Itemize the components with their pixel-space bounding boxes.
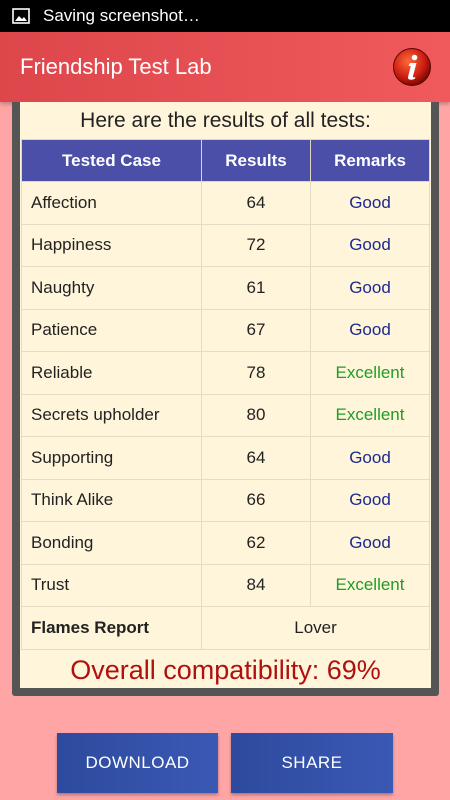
remark-cell: Good xyxy=(310,436,430,480)
flames-label: Flames Report xyxy=(21,606,202,650)
tested-case-cell: Supporting xyxy=(21,436,202,480)
table-row: Secrets upholder 80 Excellent xyxy=(21,393,430,437)
column-header-remarks: Remarks xyxy=(310,139,430,182)
results-table: Tested Case Results Remarks Affection 64 G… xyxy=(21,139,430,650)
column-header-tested-case: Tested Case xyxy=(21,139,202,182)
result-score-cell: 64 xyxy=(201,436,311,480)
tested-case-cell: Bonding xyxy=(21,521,202,565)
remark-cell: Good xyxy=(310,521,430,565)
remark-cell: Good xyxy=(310,266,430,310)
result-score-cell: 72 xyxy=(201,223,311,267)
result-score-cell: 78 xyxy=(201,351,311,395)
status-text: Saving screenshot… xyxy=(43,6,200,25)
result-score-cell: 66 xyxy=(201,478,311,522)
result-score-cell: 64 xyxy=(201,181,311,225)
results-card: Here are the results of all tests: Teste… xyxy=(12,102,439,696)
status-bar: Saving screenshot… xyxy=(0,0,450,32)
results-heading: Here are the results of all tests: xyxy=(80,108,371,132)
result-score-cell: 67 xyxy=(201,308,311,352)
share-button[interactable]: SHARE xyxy=(231,733,393,793)
tested-case-cell: Affection xyxy=(21,181,202,225)
result-score-cell: 80 xyxy=(201,393,311,437)
table-row: Supporting 64 Good xyxy=(21,436,430,480)
image-icon xyxy=(12,7,30,25)
tested-case-cell: Happiness xyxy=(21,223,202,267)
download-button[interactable]: DOWNLOAD xyxy=(57,733,218,793)
result-score-cell: 61 xyxy=(201,266,311,310)
app-title: Friendship Test Lab xyxy=(20,54,212,79)
tested-case-cell: Think Alike xyxy=(21,478,202,522)
remark-cell: Good xyxy=(310,223,430,267)
table-row: Happiness 72 Good xyxy=(21,223,430,267)
table-row: Naughty 61 Good xyxy=(21,266,430,310)
tested-case-cell: Naughty xyxy=(21,266,202,310)
flames-value: Lover xyxy=(201,606,430,650)
table-row: Bonding 62 Good xyxy=(21,521,430,565)
table-row: Affection 64 Good xyxy=(21,181,430,225)
remark-cell: Excellent xyxy=(310,393,430,437)
table-row: Reliable 78 Excellent xyxy=(21,351,430,395)
table-row: Patience 67 Good xyxy=(21,308,430,352)
result-score-cell: 84 xyxy=(201,563,311,607)
flames-row: Flames Report Lover xyxy=(21,606,430,650)
remark-cell: Good xyxy=(310,308,430,352)
column-header-results: Results xyxy=(201,139,311,182)
app-bar: Friendship Test Lab xyxy=(0,32,450,102)
remark-cell: Excellent xyxy=(310,563,430,607)
tested-case-cell: Patience xyxy=(21,308,202,352)
tested-case-cell: Secrets upholder xyxy=(21,393,202,437)
table-row: Trust 84 Excellent xyxy=(21,563,430,607)
remark-cell: Excellent xyxy=(310,351,430,395)
info-icon[interactable] xyxy=(392,47,432,87)
table-row: Think Alike 66 Good xyxy=(21,478,430,522)
overall-compatibility: Overall compatibility: 69% xyxy=(70,654,381,685)
result-score-cell: 62 xyxy=(201,521,311,565)
remark-cell: Good xyxy=(310,478,430,522)
remark-cell: Good xyxy=(310,181,430,225)
tested-case-cell: Reliable xyxy=(21,351,202,395)
tested-case-cell: Trust xyxy=(21,563,202,607)
